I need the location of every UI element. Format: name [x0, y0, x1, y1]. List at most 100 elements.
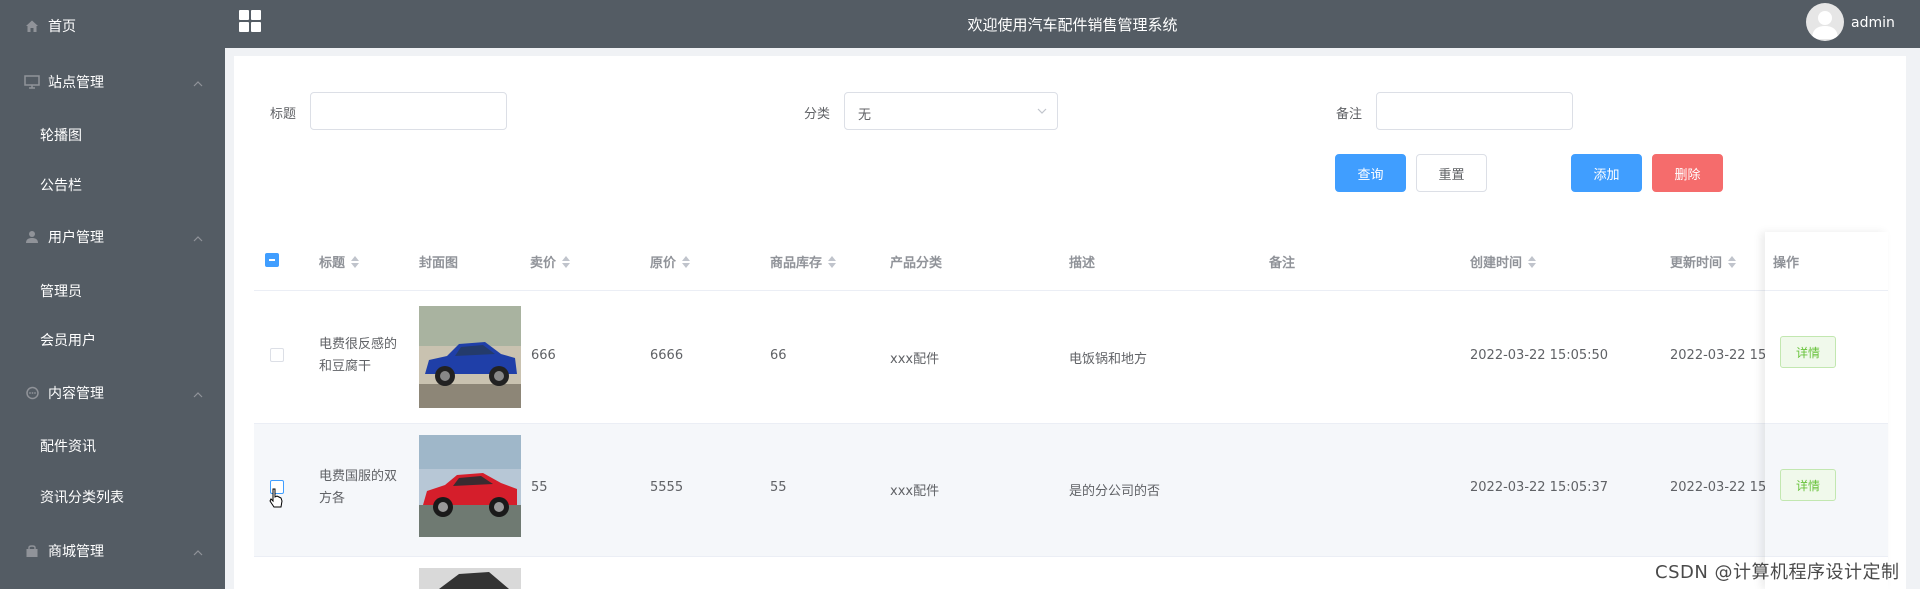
category-select[interactable]: 无 — [844, 92, 1058, 130]
sidebar: 首页 站点管理 轮播图 公告栏 用户管理 管理员 会员用户 内容管理 配件资讯 … — [0, 0, 225, 589]
sidebar-item-label: 资讯分类列表 — [40, 490, 124, 506]
category-select-value: 无 — [858, 108, 872, 123]
sidebar-item-news[interactable]: 配件资讯 — [0, 421, 225, 471]
sidebar-item-news-categories[interactable]: 资讯分类列表 — [0, 472, 225, 522]
row-divider — [1765, 556, 1888, 557]
sidebar-group-site[interactable]: 站点管理 — [0, 57, 225, 107]
cell-created: 2022-03-22 15:05:37 — [1470, 480, 1609, 495]
sort-icon[interactable] — [682, 255, 691, 269]
column-header-created[interactable]: 创建时间 — [1470, 252, 1537, 271]
column-header-label: 操作 — [1773, 256, 1800, 271]
sidebar-group-label: 站点管理 — [48, 75, 104, 91]
sort-icon[interactable] — [1728, 255, 1737, 269]
page-title: 欢迎使用汽车配件销售管理系统 — [967, 16, 1178, 34]
table-row: 电费国服的双方各 55 5555 55 xxx配件 是的分公司的否 2022-0… — [254, 424, 1888, 556]
sidebar-item-members[interactable]: 会员用户 — [0, 315, 225, 365]
cover-image-red-car — [419, 435, 521, 537]
cell-original-price: 6666 — [650, 348, 684, 363]
detail-button[interactable]: 详情 — [1780, 469, 1836, 501]
column-header-title[interactable]: 标题 — [319, 252, 360, 271]
remark-input[interactable] — [1376, 92, 1573, 130]
monitor-icon — [24, 74, 40, 90]
cell-category: xxx配件 — [890, 352, 940, 367]
detail-button[interactable]: 详情 — [1780, 336, 1836, 368]
chevron-up-icon — [193, 386, 203, 402]
column-header-stock[interactable]: 商品库存 — [770, 252, 837, 271]
row-checkbox[interactable] — [270, 348, 284, 362]
main-panel: 标题 分类 无 备注 查询 重置 添加 删除 标题 封面图 卖价 原价 商品库存… — [234, 56, 1906, 589]
sidebar-group-label: 内容管理 — [48, 386, 104, 402]
column-header-label: 封面图 — [419, 256, 459, 271]
top-header: 欢迎使用汽车配件销售管理系统 admin — [225, 0, 1920, 48]
column-header-label: 原价 — [650, 256, 677, 271]
row-divider — [254, 556, 1888, 557]
sidebar-item-notice[interactable]: 公告栏 — [0, 160, 225, 210]
watermark: CSDN @计算机程序设计定制 — [1655, 562, 1900, 583]
title-input[interactable] — [310, 92, 507, 130]
column-header-original-price[interactable]: 原价 — [650, 252, 691, 271]
cover-image-blue-car — [419, 306, 521, 408]
sidebar-item-label: 轮播图 — [40, 128, 82, 144]
add-button[interactable]: 添加 — [1571, 154, 1642, 192]
query-button[interactable]: 查询 — [1335, 154, 1406, 192]
chevron-down-icon — [1037, 104, 1047, 122]
header-divider — [1765, 290, 1888, 291]
cell-description: 是的分公司的否 — [1069, 484, 1161, 499]
column-header-label: 卖价 — [530, 256, 557, 271]
sidebar-group-content[interactable]: 内容管理 — [0, 368, 225, 418]
home-icon — [24, 18, 40, 34]
reset-button[interactable]: 重置 — [1416, 154, 1487, 192]
cover-image-partial — [419, 568, 521, 589]
column-header-cover: 封面图 — [419, 252, 458, 271]
cell-price: 666 — [531, 348, 556, 363]
chevron-up-icon — [193, 75, 203, 91]
title-label: 标题 — [270, 107, 297, 122]
sidebar-item-carousel[interactable]: 轮播图 — [0, 110, 225, 160]
sidebar-group-shop[interactable]: 商城管理 — [0, 526, 225, 576]
shopping-bag-icon — [24, 543, 40, 559]
column-header-label: 描述 — [1069, 256, 1096, 271]
column-header-label: 标题 — [319, 256, 346, 271]
column-header-remark: 备注 — [1269, 252, 1295, 271]
avatar[interactable] — [1806, 3, 1844, 41]
chevron-up-icon — [193, 544, 203, 560]
sidebar-item-label: 首页 — [48, 19, 76, 35]
column-header-actions: 操作 — [1773, 252, 1799, 271]
sidebar-item-admins[interactable]: 管理员 — [0, 266, 225, 316]
sidebar-group-users[interactable]: 用户管理 — [0, 212, 225, 262]
cell-title: 电费国服的双方各 — [319, 469, 398, 506]
sort-icon[interactable] — [562, 255, 571, 269]
column-header-price[interactable]: 卖价 — [530, 252, 571, 271]
cell-price: 55 — [531, 480, 548, 495]
cell-original-price: 5555 — [650, 480, 684, 495]
sort-icon[interactable] — [1528, 255, 1537, 269]
sidebar-group-label: 商城管理 — [48, 544, 104, 560]
table-row: 电费很反感的和豆腐干 666 6666 66 xxx配件 电饭锅和地方 2022… — [254, 291, 1888, 423]
sort-icon[interactable] — [828, 255, 837, 269]
cell-updated: 2022-03-22 15: — [1670, 480, 1771, 495]
cell-stock: 66 — [770, 348, 787, 363]
delete-button[interactable]: 删除 — [1652, 154, 1723, 192]
sort-icon[interactable] — [351, 255, 360, 269]
chevron-up-icon — [193, 230, 203, 246]
chat-icon — [24, 385, 40, 401]
column-header-label: 商品库存 — [770, 256, 823, 271]
column-header-label: 备注 — [1269, 256, 1296, 271]
cell-title: 电费很反感的和豆腐干 — [319, 337, 398, 374]
cell-description: 电饭锅和地方 — [1069, 352, 1148, 367]
select-all-checkbox[interactable] — [265, 253, 279, 267]
username[interactable]: admin — [1851, 15, 1895, 31]
column-header-updated[interactable]: 更新时间 — [1670, 252, 1737, 271]
cell-created: 2022-03-22 15:05:50 — [1470, 348, 1609, 363]
sidebar-item-home[interactable]: 首页 — [0, 1, 225, 51]
hand-cursor-icon — [268, 488, 284, 514]
cell-stock: 55 — [770, 480, 787, 495]
operation-column: 操作 详情 详情 — [1765, 232, 1888, 589]
sidebar-item-label: 管理员 — [40, 284, 82, 300]
scrollbar-track[interactable] — [1906, 48, 1920, 589]
column-header-category: 产品分类 — [890, 252, 942, 271]
column-header-label: 创建时间 — [1470, 256, 1523, 271]
user-icon — [24, 229, 40, 245]
sidebar-item-label: 会员用户 — [40, 333, 96, 349]
column-header-label: 更新时间 — [1670, 256, 1723, 271]
